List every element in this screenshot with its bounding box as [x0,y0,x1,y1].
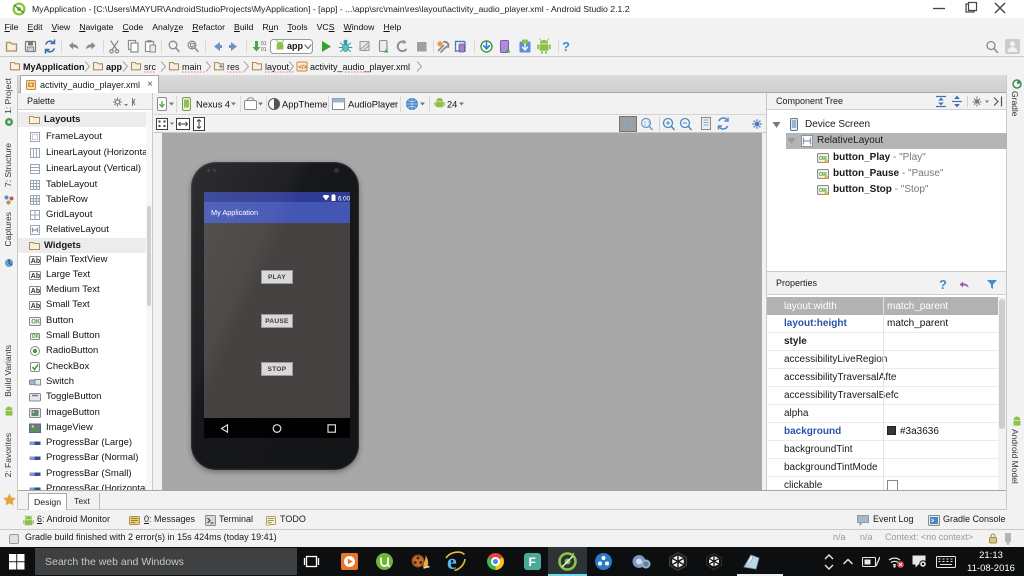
svg-text:app: app [287,41,304,51]
svg-text:app: app [106,62,123,72]
svg-text:layout: layout [265,62,290,72]
svg-text:?: ? [939,277,947,291]
svg-text:?: ? [562,39,570,54]
svg-text:01: 01 [261,47,267,53]
svg-text:main: main [182,62,202,72]
svg-text:Nexus 4: Nexus 4 [196,100,230,110]
svg-text:</>: </> [299,65,308,71]
svg-text:Ab: Ab [31,273,40,280]
svg-text:Ab: Ab [31,258,40,265]
svg-text:res: res [227,62,240,72]
svg-text:6:00: 6:00 [338,195,350,201]
svg-text:AppTheme: AppTheme [282,100,327,110]
svg-text:F: F [529,555,536,569]
svg-text:activity_audio_player.xml: activity_audio_player.xml [310,62,410,72]
svg-text:MyApplication: MyApplication [23,62,85,72]
svg-text:src: src [144,62,156,72]
svg-text:Ab: Ab [31,303,40,310]
svg-text:1:1: 1:1 [644,122,651,128]
svg-text:24: 24 [447,100,457,110]
svg-text:OK: OK [31,319,41,325]
svg-text:AudioPlayer: AudioPlayer [348,100,398,110]
svg-text:OK: OK [32,334,40,340]
svg-text:Ab: Ab [31,288,40,295]
